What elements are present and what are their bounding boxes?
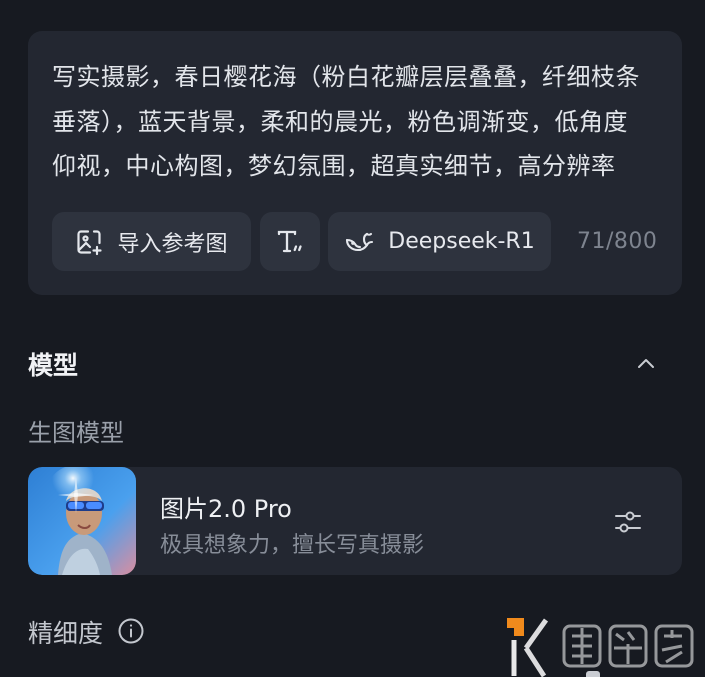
info-icon[interactable] xyxy=(117,617,145,645)
model-selector-card[interactable]: 图片2.0 Pro 极具想象力，擅长写真摄影 xyxy=(28,467,682,575)
reasoning-model-button[interactable]: Deepseek-R1 xyxy=(328,212,551,271)
detail-level-title: 精细度 xyxy=(28,619,104,648)
model-avatar-image xyxy=(28,467,136,575)
prompt-card: 写实摄影，春日樱花海（粉白花瓣层层叠叠，纤细枝条垂落），蓝天背景，柔和的晨光，粉… xyxy=(28,31,682,295)
model-section-title: 模型 xyxy=(28,351,79,380)
text-style-button[interactable] xyxy=(260,212,320,271)
image-model-label: 生图模型 xyxy=(28,419,124,447)
reasoning-model-label: Deepseek-R1 xyxy=(388,229,535,254)
prompt-fade xyxy=(28,183,682,211)
import-reference-label: 导入参考图 xyxy=(117,231,228,257)
model-description: 极具想象力，擅长写真摄影 xyxy=(160,533,425,558)
import-reference-button[interactable]: 导入参考图 xyxy=(52,212,251,271)
watermark-logo xyxy=(502,616,705,677)
deepseek-whale-icon xyxy=(344,230,374,254)
character-count: 71/800 xyxy=(577,229,658,254)
chevron-up-icon[interactable] xyxy=(633,350,659,376)
image-add-icon xyxy=(75,228,103,256)
prompt-textarea[interactable]: 写实摄影，春日樱花海（粉白花瓣层层叠叠，纤细枝条垂落），蓝天背景，柔和的晨光，粉… xyxy=(52,55,652,193)
sliders-settings-icon[interactable] xyxy=(612,506,644,538)
model-name: 图片2.0 Pro xyxy=(160,495,292,523)
text-format-icon xyxy=(275,228,305,256)
generation-panel: 写实摄影，春日樱花海（粉白花瓣层层叠叠，纤细枝条垂落），蓝天背景，柔和的晨光，粉… xyxy=(0,0,705,677)
